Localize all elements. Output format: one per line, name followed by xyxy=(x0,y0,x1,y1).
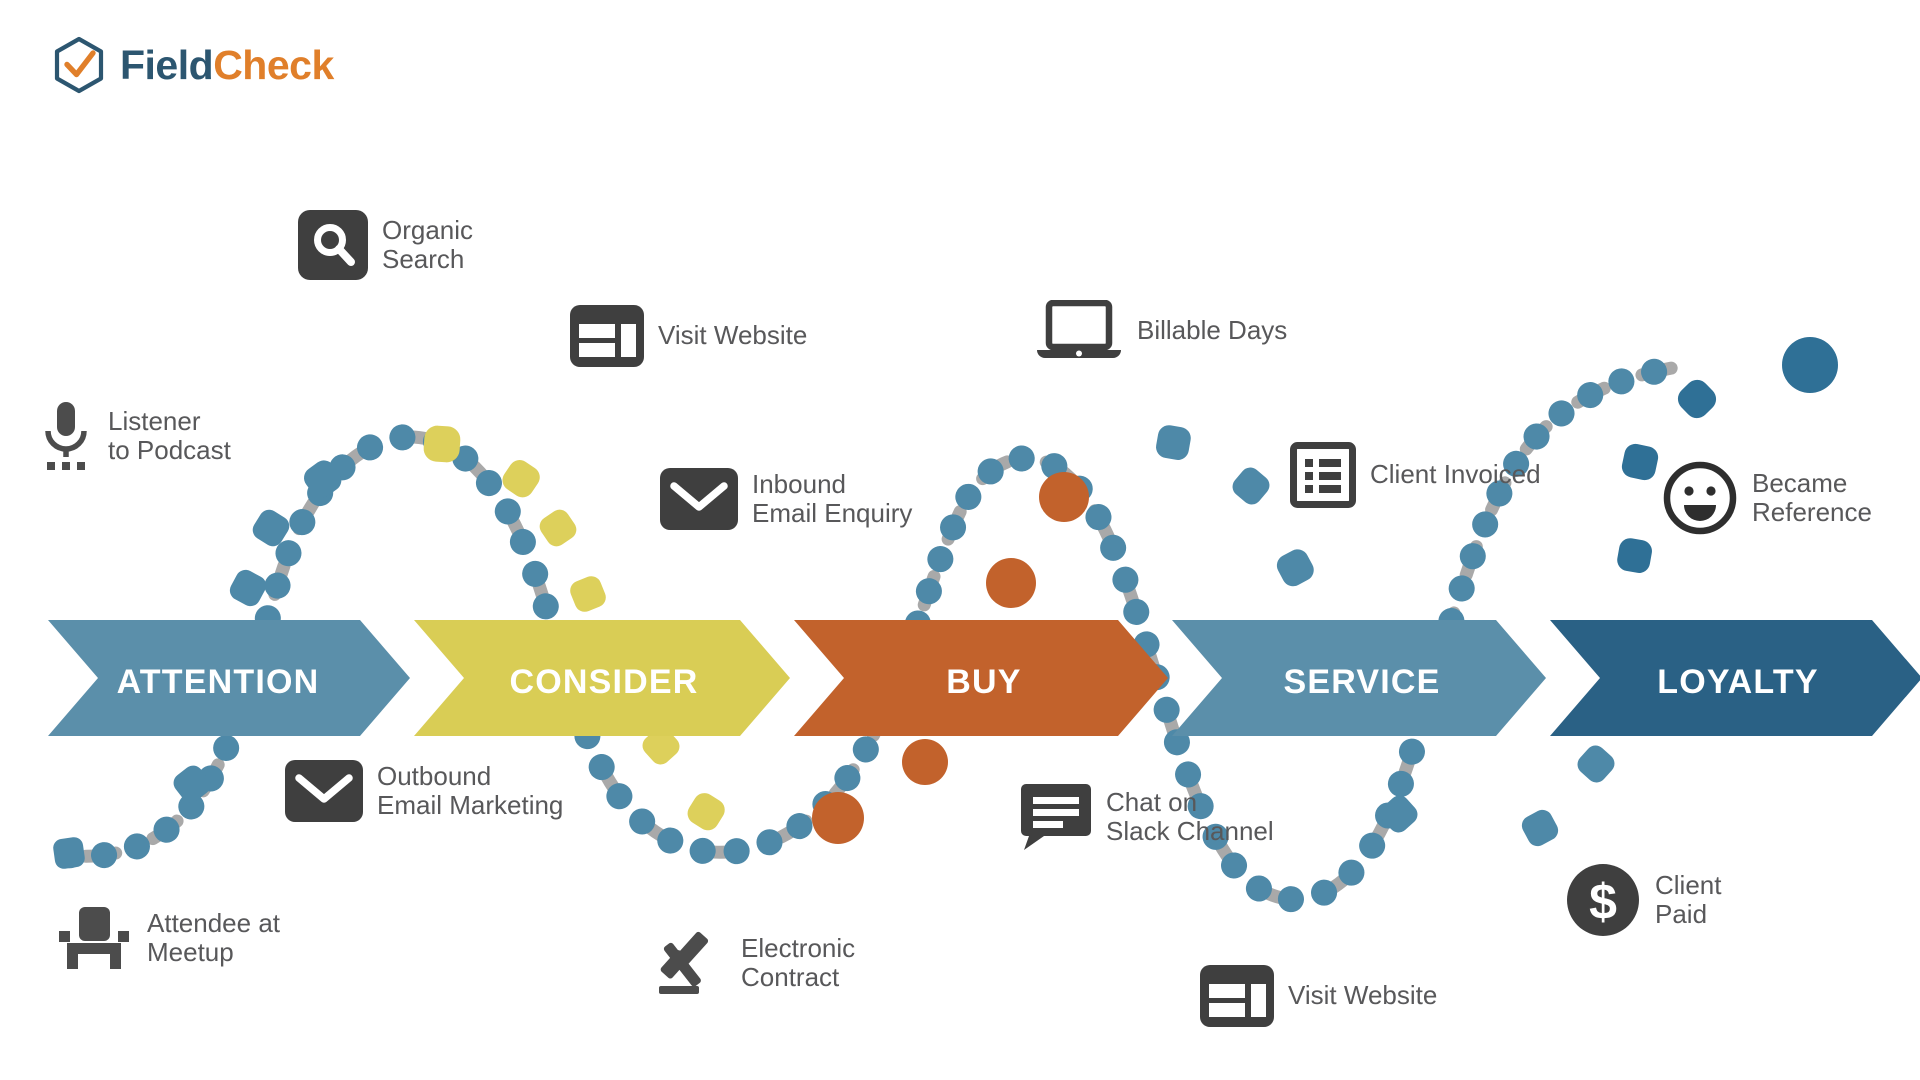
dollar-coin-icon: $ xyxy=(1567,864,1639,936)
envelope-icon xyxy=(660,468,738,530)
touchpoint-listener-podcast[interactable]: Listener to Podcast xyxy=(38,400,231,472)
stage-label-buy: BUY xyxy=(946,663,1021,701)
touchpoint-chat-slack[interactable]: Chat on Slack Channel xyxy=(1020,782,1274,852)
gavel-icon xyxy=(659,931,709,994)
laptop-icon xyxy=(1037,300,1121,358)
stage-chevron-service[interactable]: SERVICE xyxy=(1172,620,1546,736)
touchpoint-visit-website-2[interactable]: Visit Website xyxy=(1200,965,1437,1027)
chat-bubble-icon xyxy=(1021,784,1091,850)
stage-label-service: SERVICE xyxy=(1283,663,1440,701)
chair-icon xyxy=(59,907,129,969)
touchpoint-organic-search[interactable]: Organic Search xyxy=(298,210,473,280)
touchpoint-label: Attendee at Meetup xyxy=(147,907,280,967)
stage-label-loyalty: LOYALTY xyxy=(1657,663,1818,701)
touchpoint-label: Became Reference xyxy=(1752,467,1872,527)
touchpoint-attendee-meetup[interactable]: Attendee at Meetup xyxy=(55,905,280,971)
smiley-icon xyxy=(1663,461,1737,535)
list-icon xyxy=(1290,442,1356,508)
touchpoint-label: Visit Website xyxy=(1288,980,1438,1011)
browser-icon xyxy=(570,305,644,367)
stage-label-consider: CONSIDER xyxy=(509,663,698,701)
search-icon xyxy=(298,210,368,280)
stage-chevron-attention[interactable]: ATTENTION xyxy=(48,620,410,736)
touchpoint-label: Outbound Email Marketing xyxy=(377,760,564,820)
stage-chevron-loyalty[interactable]: LOYALTY xyxy=(1550,620,1920,736)
touchpoint-outbound-email[interactable]: Outbound Email Marketing xyxy=(285,760,563,822)
svg-text:$: $ xyxy=(1589,874,1617,930)
touchpoint-electronic-contract[interactable]: Electronic Contract xyxy=(655,928,855,998)
stage-chevron-consider[interactable]: CONSIDER xyxy=(414,620,790,736)
customer-journey-diagram: ATTENTION CONSIDER BUY SERVICE LOYALTY O… xyxy=(0,0,1920,1080)
touchpoint-label: Client Invoiced xyxy=(1370,459,1541,490)
envelope-icon xyxy=(285,760,363,822)
touchpoint-label: Client Paid xyxy=(1655,869,1722,929)
microphone-icon xyxy=(45,402,87,470)
touchpoint-client-paid[interactable]: $ Client Paid xyxy=(1565,862,1721,938)
touchpoint-label: Electronic Contract xyxy=(741,932,856,992)
touchpoint-label: Visit Website xyxy=(658,320,808,351)
touchpoint-visit-website-1[interactable]: Visit Website xyxy=(570,305,807,367)
stage-chevron-buy[interactable]: BUY xyxy=(794,620,1168,736)
browser-icon xyxy=(1200,965,1274,1027)
touchpoint-became-reference[interactable]: Became Reference xyxy=(1662,460,1872,536)
touchpoint-label: Listener to Podcast xyxy=(108,405,231,465)
touchpoint-client-invoiced[interactable]: Client Invoiced xyxy=(1290,442,1541,508)
touchpoint-label: Organic Search xyxy=(382,214,474,274)
touchpoint-inbound-email[interactable]: Inbound Email Enquiry xyxy=(660,468,912,530)
stage-label-attention: ATTENTION xyxy=(117,663,320,701)
touchpoint-label: Chat on Slack Channel xyxy=(1106,786,1274,846)
touchpoint-label: Inbound Email Enquiry xyxy=(752,468,913,528)
touchpoint-billable-days[interactable]: Billable Days xyxy=(1035,300,1287,362)
touchpoint-label: Billable Days xyxy=(1137,315,1288,346)
